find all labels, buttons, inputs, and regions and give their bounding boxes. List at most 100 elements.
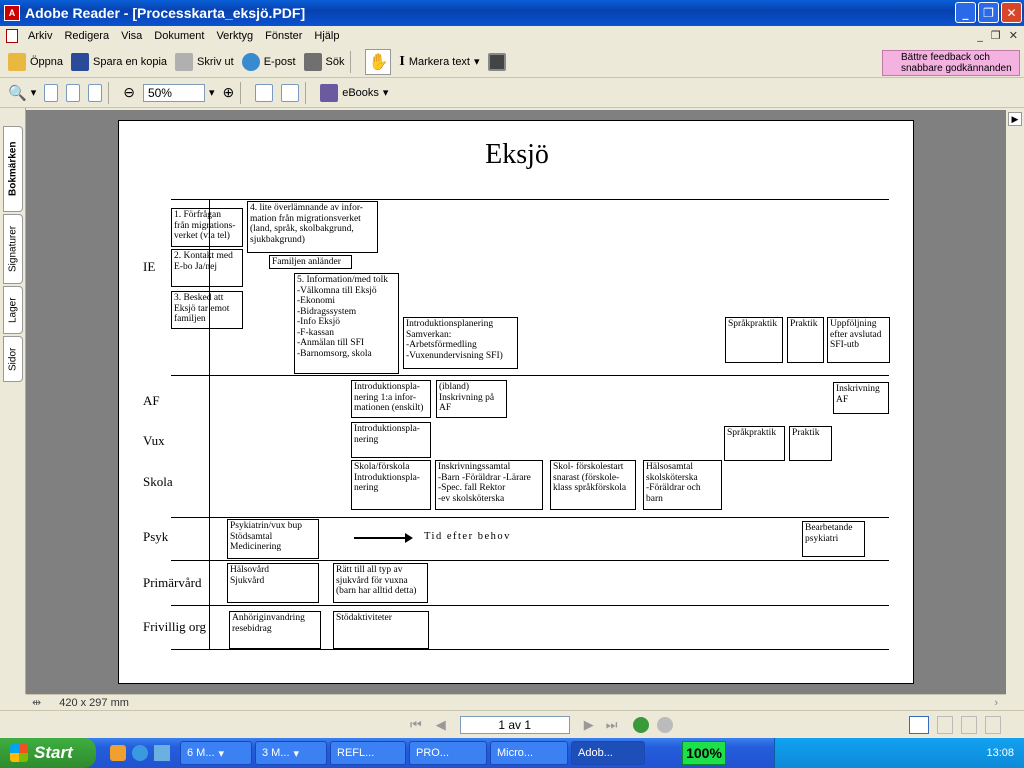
task-button[interactable]: 3 M... ▾ <box>255 741 327 765</box>
quicklaunch-desktop-icon[interactable] <box>154 745 170 761</box>
task-button-active[interactable]: Adob... <box>571 741 645 765</box>
menu-redigera[interactable]: Redigera <box>58 30 115 42</box>
task-button[interactable]: Micro... <box>490 741 568 765</box>
title-bar: A Adobe Reader - [Processkarta_eksjö.PDF… <box>0 0 1024 26</box>
process-box: Uppföljning efter avslutad SFI-utb <box>827 317 890 363</box>
print-button[interactable]: Skriv ut <box>175 52 234 71</box>
close-button[interactable]: ✕ <box>1001 2 1022 23</box>
process-box: (ibland) Inskrivning på AF <box>436 380 507 418</box>
open-label: Öppna <box>30 55 64 68</box>
rotate-ccw-button[interactable] <box>281 83 300 102</box>
document-viewport[interactable]: Eksjö IE AF Vux Skola Psyk Primärvård Fr… <box>26 110 1006 694</box>
scroll-right-icon[interactable]: › <box>994 697 998 709</box>
divider-line <box>171 605 889 606</box>
previous-page-icon[interactable]: ◀ <box>436 717 446 733</box>
task-button[interactable]: PRO... <box>409 741 487 765</box>
menu-arkiv[interactable]: Arkiv <box>22 30 58 42</box>
folder-icon <box>8 52 26 71</box>
toolbar-separator <box>350 50 352 73</box>
divider-line <box>171 649 889 650</box>
start-label: Start <box>34 743 73 762</box>
maximize-button[interactable]: ❐ <box>978 2 999 23</box>
continuous-facing-view-icon[interactable] <box>985 715 1002 734</box>
toolbar-separator <box>305 81 307 104</box>
menu-visa[interactable]: Visa <box>115 30 148 42</box>
task-button[interactable]: REFL... <box>330 741 406 765</box>
menu-fonster[interactable]: Fönster <box>259 30 308 42</box>
start-button[interactable]: Start <box>0 738 96 768</box>
continuous-view-icon[interactable] <box>937 715 954 734</box>
chevron-down-icon[interactable]: ▾ <box>31 86 37 99</box>
menu-hjalp[interactable]: Hjälp <box>308 30 345 42</box>
adobe-reader-icon: A <box>4 5 20 21</box>
chevron-down-icon[interactable]: ▾ <box>383 86 389 99</box>
menu-verktyg[interactable]: Verktyg <box>210 30 259 42</box>
fit-width-button[interactable] <box>88 83 103 102</box>
quicklaunch-ie-icon[interactable] <box>132 745 148 761</box>
tab-signatures[interactable]: Signaturer <box>3 214 23 284</box>
scroll-right-arrow-icon[interactable]: ▶ <box>1008 112 1022 126</box>
divider-line <box>171 517 889 518</box>
vertical-scrollbar[interactable]: ▶ <box>1006 110 1024 694</box>
doc-close-button[interactable]: ✕ <box>1009 29 1018 42</box>
rotate-cw-button[interactable] <box>255 83 274 102</box>
zoom-tool-button[interactable]: 🔍 ▾ <box>8 84 36 102</box>
divider-line <box>171 199 889 200</box>
single-page-view-icon[interactable] <box>909 715 930 734</box>
zoom-out-button[interactable]: ⊖ <box>123 84 135 101</box>
toolbar-separator <box>240 81 242 104</box>
facing-view-icon[interactable] <box>961 715 978 734</box>
doc-minimize-button[interactable]: _ <box>977 29 983 42</box>
open-button[interactable]: Öppna <box>8 52 64 71</box>
doc-restore-button[interactable]: ❐ <box>991 29 1001 42</box>
toolbar-separator <box>108 81 110 104</box>
first-page-icon[interactable]: ⏮ <box>410 717 422 733</box>
task-label: PRO... <box>416 747 450 759</box>
page-number-field[interactable]: 1 av 1 <box>459 715 570 734</box>
quicklaunch-outlook-icon[interactable] <box>110 745 126 761</box>
process-box: Skol- förskolestart snarast (förskole- k… <box>550 460 636 510</box>
hand-tool-button[interactable]: ✋ <box>365 48 392 75</box>
tab-pages[interactable]: Sidor <box>3 336 23 382</box>
go-back-icon[interactable] <box>633 716 650 733</box>
menu-dokument[interactable]: Dokument <box>148 30 210 42</box>
process-box: 2. Kontakt med E-bo Ja/nej <box>171 249 243 287</box>
process-box: Inskrivning AF <box>833 382 889 414</box>
zoom-field[interactable]: 50% ▾ <box>142 83 215 102</box>
snapshot-button[interactable] <box>487 52 506 71</box>
save-copy-button[interactable]: Spara en kopia <box>71 52 167 71</box>
clock[interactable]: 13:08 <box>986 747 1014 759</box>
zoom-in-button[interactable]: ⊕ <box>222 84 234 101</box>
go-forward-icon[interactable] <box>657 716 674 733</box>
process-box: Bearbetande psykiatri <box>802 521 865 557</box>
menu-bar: Arkiv Redigera Visa Dokument Verktyg Fön… <box>0 26 1024 46</box>
chevron-down-icon[interactable]: ▾ <box>209 86 215 99</box>
battery-indicator[interactable]: 100% <box>682 741 726 765</box>
search-button[interactable]: Sök <box>303 52 344 71</box>
timeline-arrow <box>354 537 408 539</box>
next-page-icon[interactable]: ▶ <box>584 717 594 733</box>
process-box: Hälsosamtal skolsköterska -Föräldrar och… <box>643 460 722 510</box>
process-box: Psykiatrin/vux bup Stödsamtal Medicineri… <box>227 519 319 559</box>
tab-layers[interactable]: Lager <box>3 286 23 334</box>
email-button[interactable]: E-post <box>241 52 296 71</box>
process-box: 5. Information/med tolk -Välkomna till E… <box>294 273 399 374</box>
last-page-icon[interactable]: ⏭ <box>606 717 618 733</box>
minimize-button[interactable]: _ <box>955 2 976 23</box>
fit-page-button[interactable] <box>66 83 81 102</box>
document-icon[interactable] <box>6 29 18 43</box>
feedback-banner[interactable]: Bättre feedback och snabbare godkännande… <box>882 50 1020 76</box>
floppy-icon <box>71 52 90 71</box>
rotate-clockwise-icon <box>255 83 274 102</box>
printer-icon <box>175 52 194 71</box>
zoom-value[interactable]: 50% <box>142 83 205 102</box>
select-text-button[interactable]: I Markera text ▾ <box>399 54 479 70</box>
row-label-primarvard: Primärvård <box>143 575 202 590</box>
chevron-down-icon[interactable]: ▾ <box>474 55 480 68</box>
process-box: Introduktionspla- nering <box>351 422 431 458</box>
actual-size-button[interactable] <box>44 83 59 102</box>
tab-bookmarks[interactable]: Bokmärken <box>3 126 23 212</box>
ebooks-button[interactable]: eBooks ▾ <box>320 83 389 102</box>
task-button[interactable]: 6 M... ▾ <box>180 741 252 765</box>
split-handle-icon[interactable]: ⇹ <box>32 696 41 709</box>
